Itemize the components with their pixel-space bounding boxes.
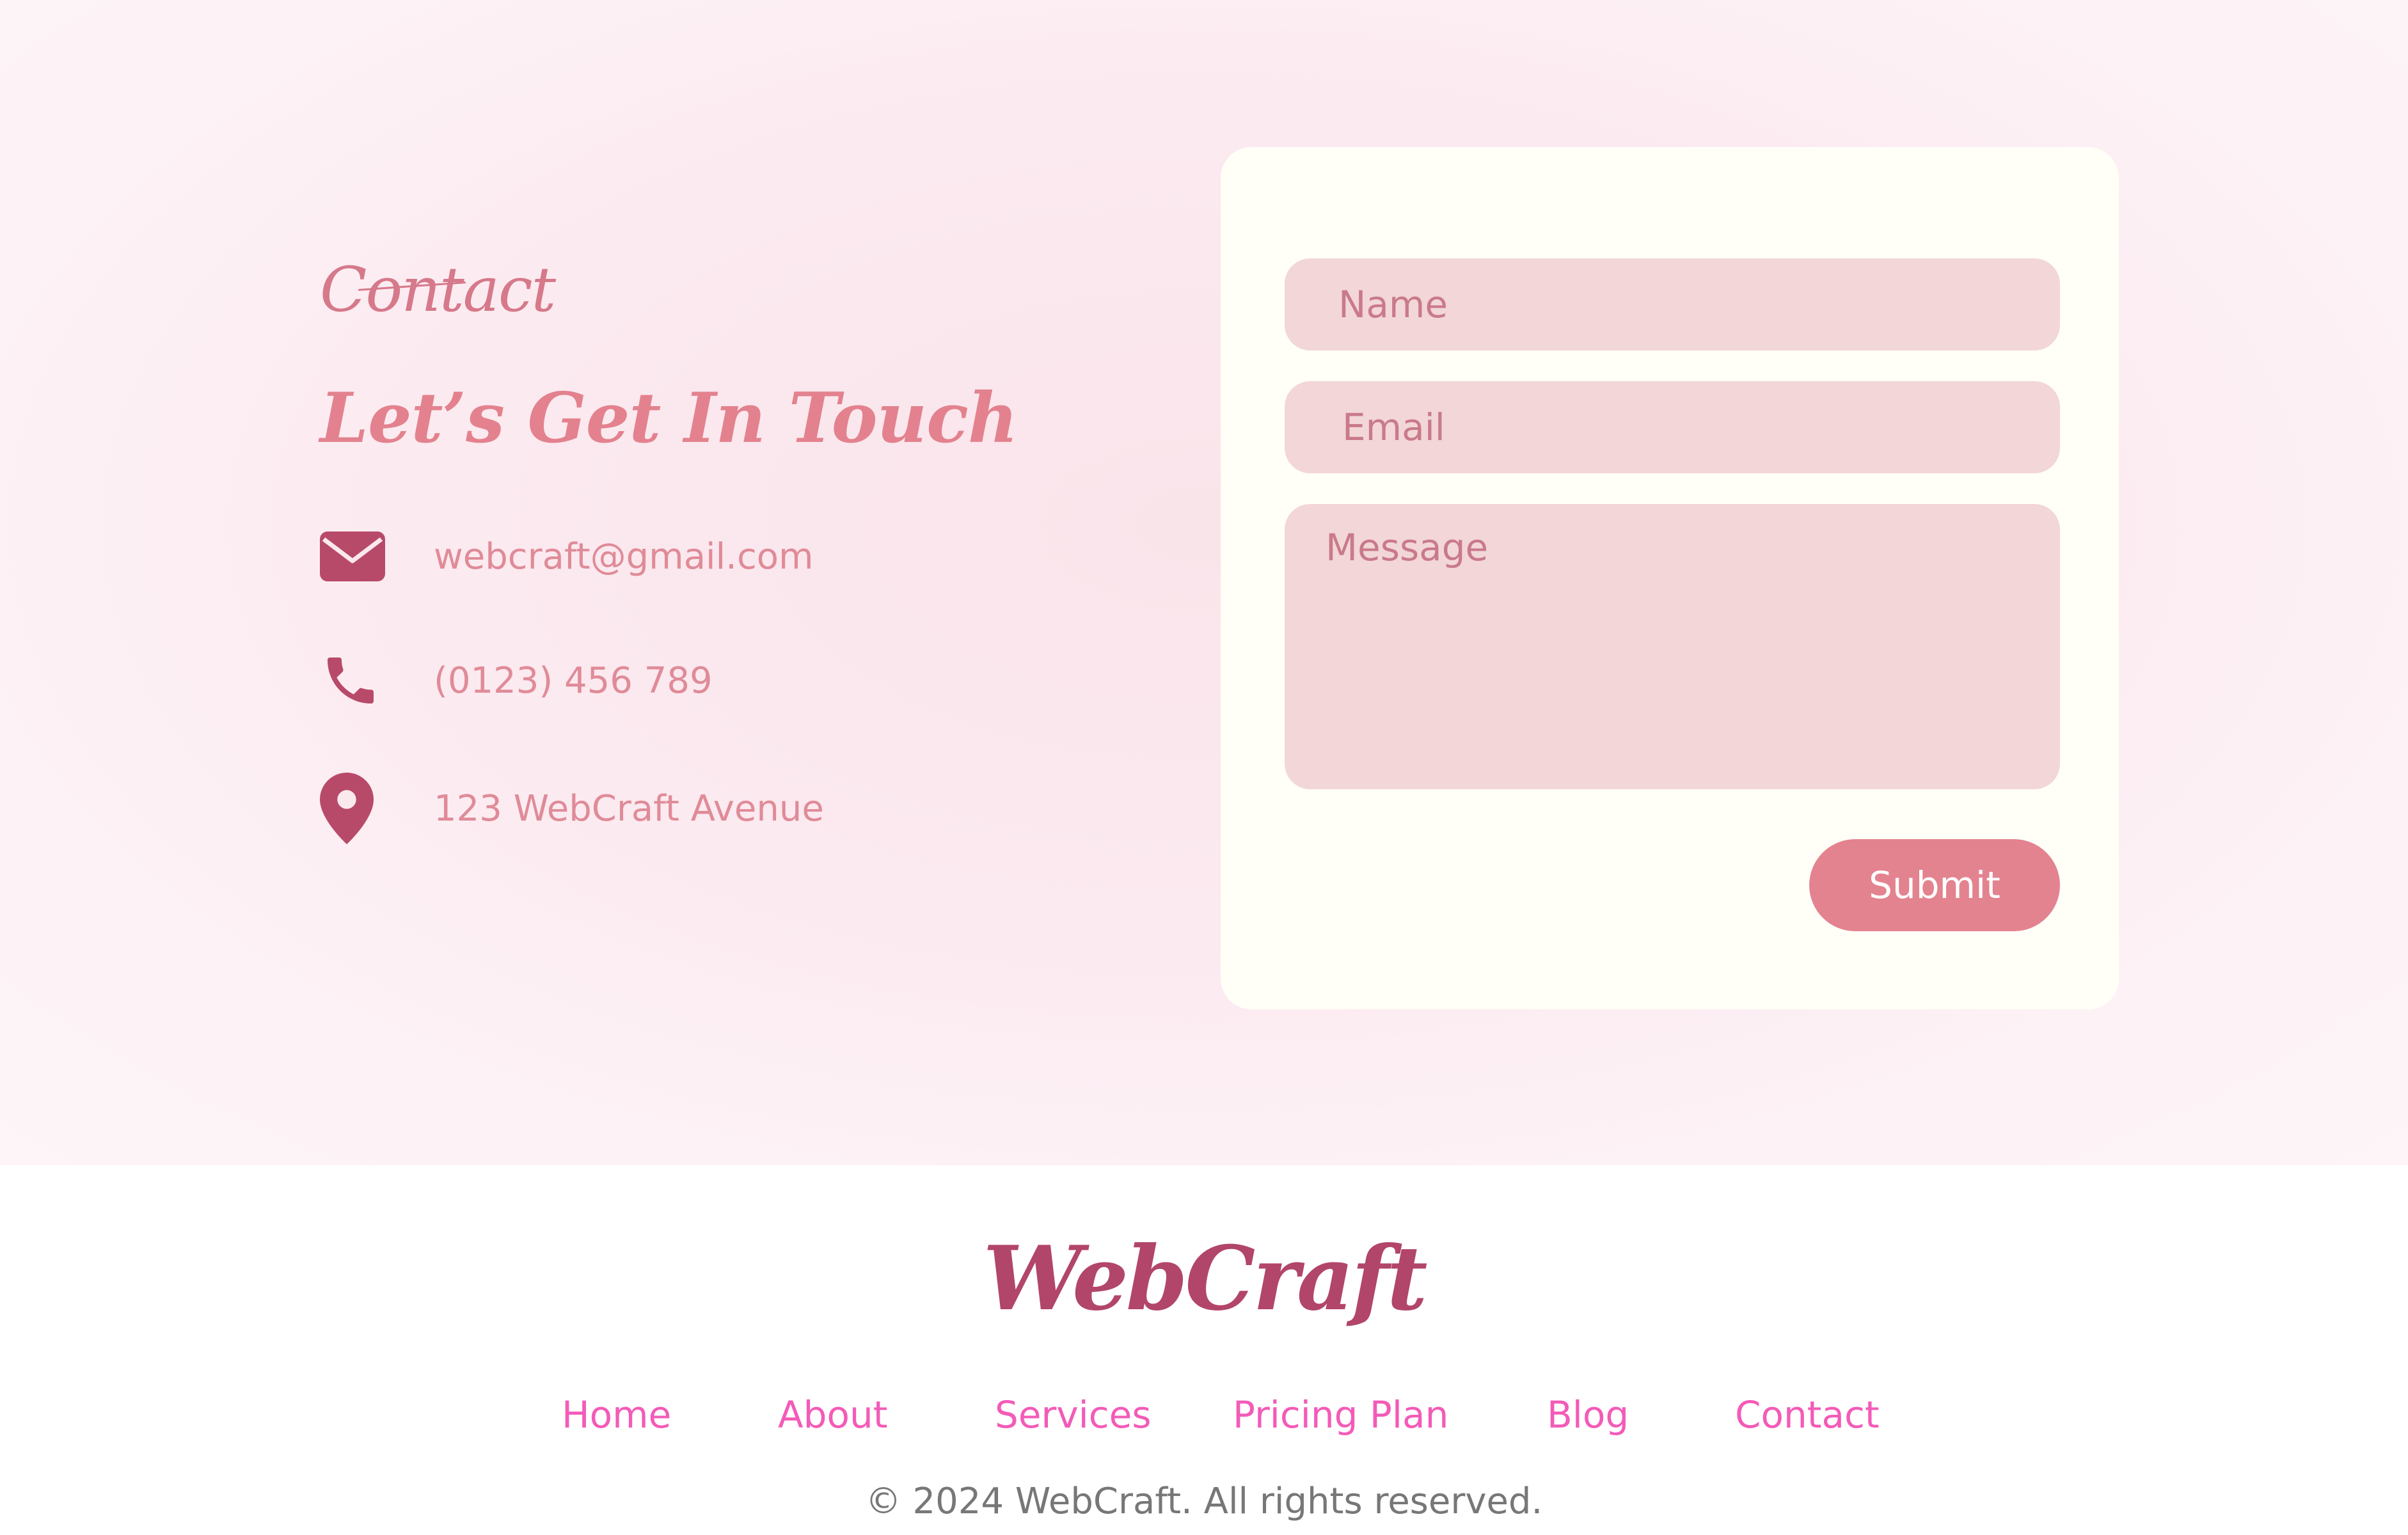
footer-nav-contact[interactable]: Contact xyxy=(1735,1389,1880,1440)
contact-form: Submit xyxy=(1221,147,2119,1009)
brand-logo[interactable]: WebCraft xyxy=(0,1234,2408,1323)
contact-phone-row: (0123) 456 789 xyxy=(320,642,713,719)
site-footer: WebCraft Home About Services Pricing Pla… xyxy=(0,1165,2408,1535)
location-pin-icon xyxy=(320,770,390,847)
contact-phone-text[interactable]: (0123) 456 789 xyxy=(434,660,713,702)
section-headline: Let’s Get In Touch xyxy=(320,378,1018,459)
email-input[interactable] xyxy=(1285,381,2060,473)
message-textarea[interactable] xyxy=(1285,504,2060,789)
footer-nav-home[interactable]: Home xyxy=(562,1389,671,1440)
contact-email-row: webcraft@gmail.com xyxy=(320,518,814,595)
submit-button[interactable]: Submit xyxy=(1809,839,2060,931)
footer-nav-pricing-plan[interactable]: Pricing Plan xyxy=(1233,1389,1448,1440)
section-eyebrow: Contact xyxy=(320,254,556,326)
contact-address-row: 123 WebCraft Avenue xyxy=(320,770,824,847)
name-input[interactable] xyxy=(1285,258,2060,350)
phone-icon xyxy=(320,642,390,719)
contact-section: Contact Let’s Get In Touch webcraft@gmai… xyxy=(0,0,2408,1165)
copyright-text: © 2024 WebCraft. All rights reserved. xyxy=(865,1481,1543,1522)
contact-address-text: 123 WebCraft Avenue xyxy=(434,787,824,830)
footer-nav: Home About Services Pricing Plan Blog Co… xyxy=(0,1389,2408,1440)
contact-email-text[interactable]: webcraft@gmail.com xyxy=(434,536,814,578)
footer-nav-blog[interactable]: Blog xyxy=(1547,1389,1629,1440)
footer-nav-about[interactable]: About xyxy=(778,1389,887,1440)
envelope-icon xyxy=(320,518,390,595)
footer-nav-services[interactable]: Services xyxy=(995,1389,1152,1440)
